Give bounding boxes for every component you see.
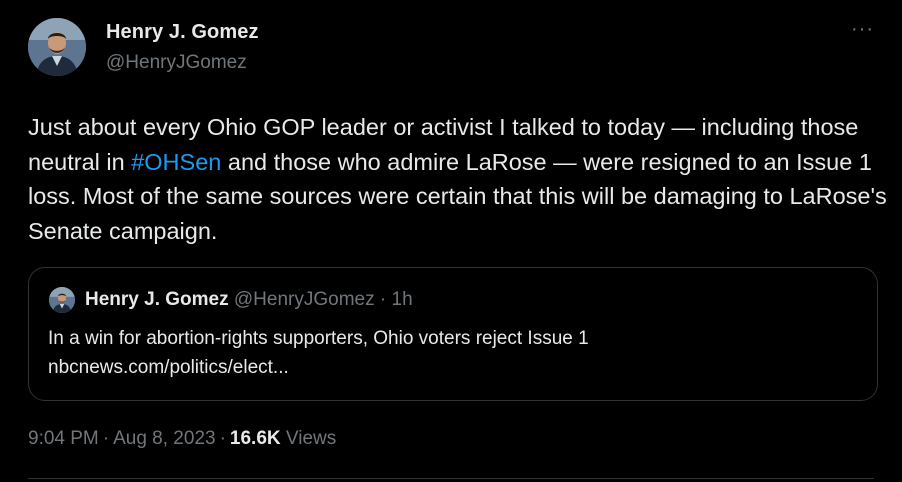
person-avatar-icon <box>28 18 86 76</box>
quoted-header: Henry J. Gomez @HenryJGomez · 1h <box>85 289 413 311</box>
author-avatar[interactable] <box>28 18 86 76</box>
quoted-tweet[interactable]: Henry J. Gomez @HenryJGomez · 1h In a wi… <box>28 267 878 401</box>
quoted-text-line: In a win for abortion-rights supporters,… <box>48 328 589 349</box>
views-count[interactable]: 16.6K <box>230 428 281 449</box>
person-avatar-icon <box>49 287 75 313</box>
quoted-separator: · <box>379 289 387 310</box>
author-name[interactable]: Henry J. Gomez <box>106 21 259 44</box>
tweet-text: Just about every Ohio GOP leader or acti… <box>28 110 888 248</box>
quoted-time[interactable]: 1h <box>392 289 413 310</box>
hashtag-link[interactable]: #OHSen <box>131 149 221 175</box>
quoted-author-avatar[interactable] <box>49 287 75 313</box>
meta-separator: · <box>219 428 226 449</box>
quoted-author-name[interactable]: Henry J. Gomez <box>85 289 229 310</box>
views-label: Views <box>285 428 337 449</box>
quoted-text: In a win for abortion-rights supporters,… <box>48 324 848 382</box>
tweet-meta: 9:04 PM · Aug 8, 2023 · 16.6K Views <box>28 428 336 450</box>
author-handle[interactable]: @HenryJGomez <box>106 52 247 74</box>
tweet-date[interactable]: Aug 8, 2023 <box>113 428 215 449</box>
divider <box>28 478 874 479</box>
quoted-author-handle[interactable]: @HenryJGomez <box>234 289 375 310</box>
more-options-icon[interactable]: ··· <box>851 19 874 39</box>
tweet-time[interactable]: 9:04 PM <box>28 428 99 449</box>
quoted-link[interactable]: nbcnews.com/politics/elect... <box>48 353 848 382</box>
meta-separator: · <box>102 428 110 449</box>
tweet-card: Henry J. Gomez @HenryJGomez ··· Just abo… <box>0 0 902 482</box>
